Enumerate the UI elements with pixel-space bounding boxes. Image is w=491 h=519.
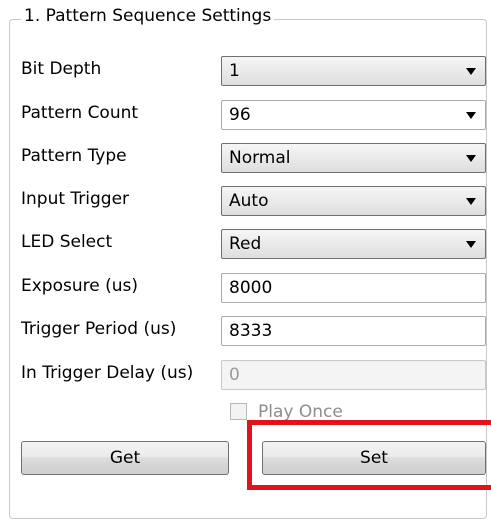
bit-depth-row: Bit Depth 1 [0, 52, 491, 86]
pattern-count-label: Pattern Count [21, 103, 139, 123]
input-trigger-label: Input Trigger [21, 189, 130, 209]
in-trigger-delay-label: In Trigger Delay (us) [21, 363, 194, 383]
pattern-type-value: Normal [229, 148, 291, 168]
trigger-period-label: Trigger Period (us) [21, 319, 177, 339]
play-once-checkbox [230, 403, 247, 420]
chevron-down-icon [466, 241, 476, 248]
chevron-down-icon [466, 68, 476, 75]
pattern-count-value: 96 [229, 105, 251, 125]
play-once-label: Play Once [258, 402, 343, 422]
bit-depth-label: Bit Depth [21, 59, 102, 79]
pattern-count-row: Pattern Count 96 [0, 96, 491, 130]
chevron-down-icon [466, 112, 476, 119]
pattern-type-dropdown[interactable]: Normal [221, 143, 486, 173]
in-trigger-delay-input: 0 [221, 360, 486, 390]
pattern-count-dropdown[interactable]: 96 [221, 100, 486, 130]
trigger-period-input[interactable]: 8333 [221, 316, 486, 346]
trigger-period-row: Trigger Period (us) 8333 [0, 312, 491, 346]
exposure-input[interactable]: 8000 [221, 273, 486, 303]
chevron-down-icon [466, 155, 476, 162]
led-select-label: LED Select [21, 232, 113, 252]
input-trigger-value: Auto [229, 191, 269, 211]
bit-depth-value: 1 [229, 61, 240, 81]
input-trigger-dropdown[interactable]: Auto [221, 186, 486, 216]
pattern-type-row: Pattern Type Normal [0, 139, 491, 173]
led-select-value: Red [229, 234, 262, 254]
get-button[interactable]: Get [21, 441, 229, 475]
exposure-label: Exposure (us) [21, 276, 138, 296]
pattern-type-label: Pattern Type [21, 146, 127, 166]
bit-depth-dropdown[interactable]: 1 [221, 56, 486, 86]
exposure-row: Exposure (us) 8000 [0, 269, 491, 303]
group-title: 1. Pattern Sequence Settings [21, 6, 275, 26]
in-trigger-delay-row: In Trigger Delay (us) 0 [0, 356, 491, 390]
set-button[interactable]: Set [262, 441, 486, 475]
input-trigger-row: Input Trigger Auto [0, 182, 491, 216]
led-select-row: LED Select Red [0, 225, 491, 259]
chevron-down-icon [466, 198, 476, 205]
led-select-dropdown[interactable]: Red [221, 229, 486, 259]
